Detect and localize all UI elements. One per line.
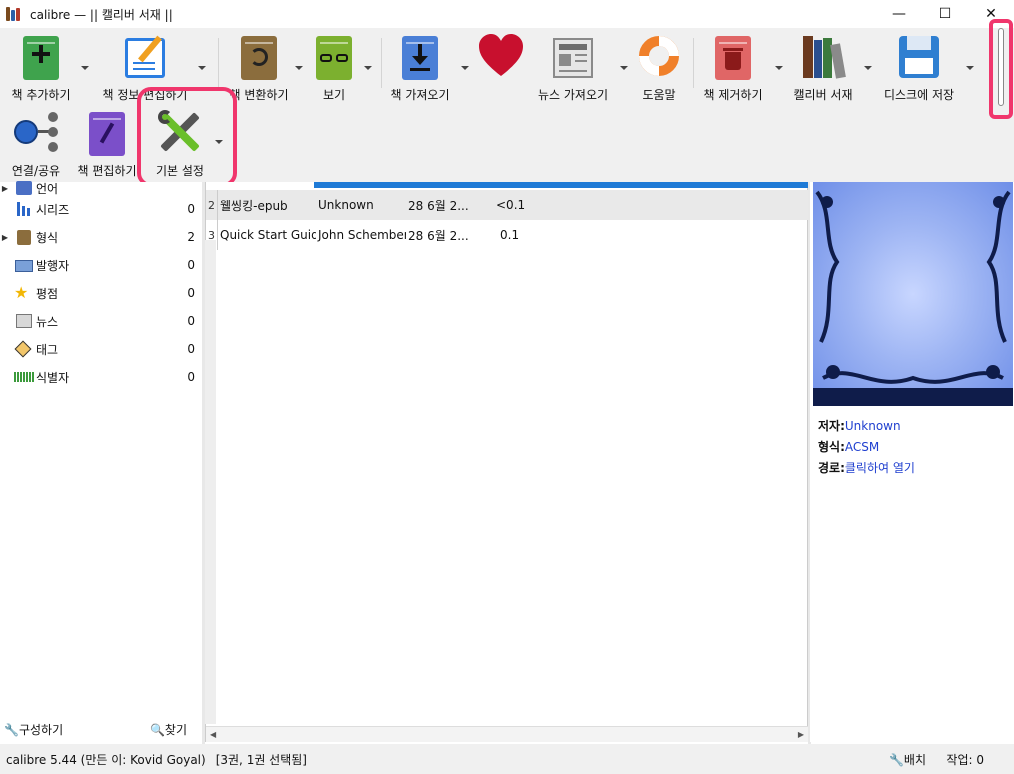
tools-icon: 🔧 — [4, 722, 19, 737]
toolbar-separator — [218, 38, 219, 88]
edit-book-button[interactable]: 책 편집하기 — [76, 108, 138, 179]
add-book-icon — [17, 32, 65, 80]
remove-book-button[interactable]: 책 제거하기 — [700, 32, 766, 103]
view-book-icon — [310, 32, 358, 80]
edit-metadata-icon — [121, 32, 169, 80]
calibre-library-button[interactable]: 캘리버 서재 — [788, 32, 858, 103]
expand-arrow-icon[interactable]: ▶ — [0, 184, 10, 193]
sidebar-item-format[interactable]: ▶ 형식 2 — [0, 223, 203, 251]
sidebar-item-publisher[interactable]: 발행자 0 — [0, 251, 203, 279]
sidebar-item-series[interactable]: 시리즈 0 — [0, 195, 203, 223]
convert-book-icon — [235, 32, 283, 80]
remove-book-icon — [709, 32, 757, 80]
save-disk-icon — [895, 32, 943, 80]
tag-icon — [14, 340, 34, 358]
publisher-icon — [14, 256, 34, 274]
minimize-button[interactable]: — — [876, 0, 922, 28]
save-to-disk-dropdown-arrow[interactable] — [966, 66, 974, 70]
row-number-gutter — [205, 240, 216, 724]
format-link[interactable]: ACSM — [845, 440, 879, 454]
jobs-indicator[interactable]: 작업: 0 — [946, 751, 984, 768]
fetch-news-dropdown-arrow[interactable] — [620, 66, 628, 70]
configure-button[interactable]: 🔧구성하기 — [4, 721, 63, 738]
preferences-highlight-frame — [137, 87, 237, 187]
sidebar-item-news[interactable]: 뉴스 0 — [0, 307, 203, 335]
series-icon — [14, 200, 34, 218]
donate-heart-button[interactable] — [476, 32, 526, 80]
scroll-left-icon[interactable]: ◀ — [210, 730, 216, 739]
add-book-dropdown-arrow[interactable] — [81, 66, 89, 70]
toolbar-scroll-handle[interactable] — [998, 28, 1004, 106]
search-icon: 🔍 — [149, 722, 165, 737]
fetch-news-button[interactable]: 뉴스 가져오기 — [535, 32, 611, 103]
get-books-icon — [396, 32, 444, 80]
news-icon — [14, 312, 34, 330]
book-details-panel: 저자:Unknown 형식:ACSM 경로:클릭하여 열기 — [810, 182, 1014, 742]
find-button[interactable]: 🔍찾기 — [150, 721, 187, 738]
help-lifebuoy-icon — [630, 27, 688, 85]
identifier-barcode-icon — [14, 368, 34, 386]
book-cover-image[interactable] — [813, 182, 1013, 406]
layout-button[interactable]: 🔧배치 — [889, 751, 926, 768]
edit-book-icon — [83, 108, 131, 156]
edit-metadata-dropdown-arrow[interactable] — [198, 66, 206, 70]
selection-count: [3권, 1권 선택됨] — [215, 752, 307, 767]
help-button[interactable]: 도움말 — [630, 27, 688, 103]
table-row[interactable]: 3 Quick Start Guide John Schember 28 6월 … — [206, 220, 808, 250]
list-header-accent — [314, 182, 808, 188]
title-bar: calibre — || 캘리버 서재 || — ☐ ✕ — [0, 0, 1014, 28]
news-icon — [549, 32, 597, 80]
toolbar-separator — [381, 38, 382, 88]
book-metadata: 저자:Unknown 형식:ACSM 경로:클릭하여 열기 — [818, 419, 915, 475]
get-books-button[interactable]: 책 가져오기 — [389, 32, 451, 103]
get-books-dropdown-arrow[interactable] — [461, 66, 469, 70]
tag-browser: ▶ 언어 시리즈 0 ▶ 형식 2 발행자 0 ★ 평점 0 뉴스 0 태그 0… — [0, 181, 203, 714]
sidebar-item-rating[interactable]: ★ 평점 0 — [0, 279, 203, 307]
remove-book-dropdown-arrow[interactable] — [775, 66, 783, 70]
status-bar: calibre 5.44 (만든 이: Kovid Goyal) [3권, 1권… — [0, 744, 1014, 774]
version-text: calibre 5.44 (만든 이: Kovid Goyal) — [6, 752, 206, 767]
connect-share-icon — [12, 108, 60, 156]
window-title: calibre — || 캘리버 서재 || — [30, 7, 173, 22]
calibre-library-dropdown-arrow[interactable] — [864, 66, 872, 70]
sidebar-item-tags[interactable]: 태그 0 — [0, 335, 203, 363]
toolbar-separator — [693, 38, 694, 88]
expand-arrow-icon[interactable]: ▶ — [0, 233, 10, 242]
author-link[interactable]: Unknown — [845, 419, 901, 433]
scroll-right-icon[interactable]: ▶ — [798, 730, 804, 739]
format-icon — [14, 228, 34, 246]
connect-share-button[interactable]: 연결/공유 — [6, 108, 66, 179]
tag-browser-footer: 🔧구성하기 🔍찾기 — [0, 714, 203, 744]
heart-icon — [477, 32, 525, 80]
view-book-button[interactable]: 보기 — [309, 32, 359, 103]
book-list: 2 웰씽킹-epub Unknown 28 6월 2... <0.1 3 Qui… — [205, 182, 808, 742]
view-book-dropdown-arrow[interactable] — [364, 66, 372, 70]
maximize-button[interactable]: ☐ — [922, 0, 968, 28]
convert-book-button[interactable]: 책 변환하기 — [228, 32, 290, 103]
calibre-app-icon — [6, 6, 22, 22]
sidebar-item-identifiers[interactable]: 식별자 0 — [0, 363, 203, 391]
table-row[interactable]: 2 웰씽킹-epub Unknown 28 6월 2... <0.1 — [206, 190, 808, 220]
save-to-disk-button[interactable]: 디스크에 저장 — [880, 32, 958, 103]
add-book-button[interactable]: 책 추가하기 — [6, 32, 76, 103]
convert-book-dropdown-arrow[interactable] — [295, 66, 303, 70]
rating-star-icon: ★ — [14, 283, 29, 302]
tools-icon: 🔧 — [888, 752, 904, 767]
horizontal-scrollbar[interactable]: ◀ ▶ — [206, 726, 808, 742]
library-icon — [799, 32, 847, 80]
path-link[interactable]: 클릭하여 열기 — [845, 461, 915, 475]
